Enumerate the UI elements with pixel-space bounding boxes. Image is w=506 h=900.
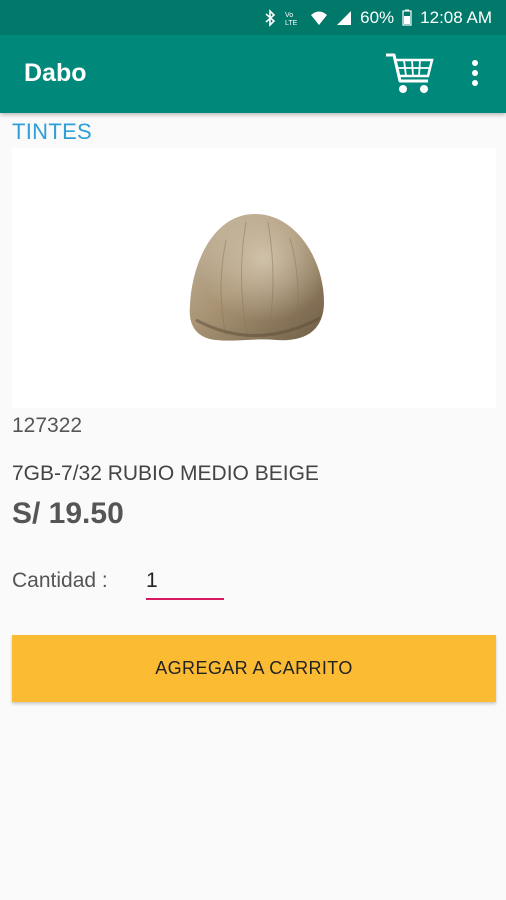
status-icons: Vo LTE 60% 12:08 AM bbox=[264, 8, 492, 28]
product-image-card bbox=[12, 148, 496, 408]
product-name: 7GB-7/32 RUBIO MEDIO BEIGE bbox=[12, 462, 319, 485]
add-to-cart-button[interactable]: AGREGAR A CARRITO bbox=[12, 635, 496, 702]
app-title: Dabo bbox=[24, 59, 87, 87]
more-vert-icon bbox=[472, 60, 478, 86]
cart-button[interactable] bbox=[384, 49, 436, 97]
quantity-label: Cantidad : bbox=[12, 569, 108, 592]
quantity-input[interactable] bbox=[146, 564, 224, 600]
product-price: S/ 19.50 bbox=[12, 497, 124, 530]
hair-swatch-image bbox=[156, 180, 354, 376]
app-bar: Dabo bbox=[0, 35, 506, 113]
svg-text:LTE: LTE bbox=[285, 20, 298, 27]
product-code: 127322 bbox=[12, 414, 83, 437]
wifi-icon bbox=[310, 10, 328, 26]
clock: 12:08 AM bbox=[420, 7, 492, 27]
category-label: TINTES bbox=[12, 119, 93, 144]
cart-icon bbox=[386, 53, 434, 93]
volte-icon: Vo LTE bbox=[284, 9, 302, 27]
signal-icon bbox=[336, 10, 352, 26]
battery-icon bbox=[402, 9, 412, 26]
overflow-menu-button[interactable] bbox=[464, 55, 486, 91]
bluetooth-icon bbox=[264, 8, 276, 27]
battery-text: 60% bbox=[360, 7, 395, 27]
status-bar: Vo LTE 60% 12:08 AM bbox=[0, 0, 506, 35]
svg-text:Vo: Vo bbox=[285, 12, 293, 19]
